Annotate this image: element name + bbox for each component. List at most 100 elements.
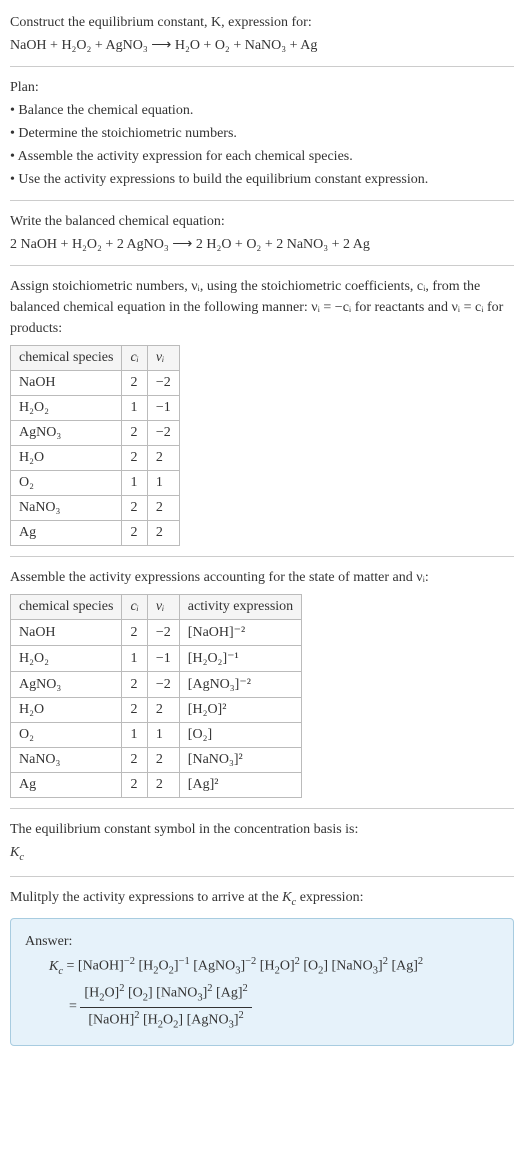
header-ci: cᵢ	[130, 599, 138, 614]
cell: −2	[147, 421, 179, 446]
kc-symbol-line2: Kc	[10, 842, 514, 866]
fraction-numerator: [H2O]2 [O2] [NaNO3]2 [Ag]2	[80, 981, 251, 1007]
fraction-denominator: [NaOH]2 [H2O2] [AgNO3]2	[80, 1008, 251, 1033]
cell: 1	[122, 723, 147, 748]
table-header: νᵢ	[147, 595, 179, 620]
divider	[10, 876, 514, 877]
cell: 2	[147, 496, 179, 521]
table-row: NaNO₃22	[11, 496, 180, 521]
cell: 2	[147, 521, 179, 546]
cell: −1	[147, 646, 179, 672]
cell: H₂O	[11, 698, 122, 723]
cell: 1	[147, 471, 179, 496]
header-ci: cᵢ	[130, 350, 138, 365]
table-row: H₂O₂1−1	[11, 396, 180, 421]
answer-label: Answer:	[25, 931, 499, 952]
cell: 2	[122, 620, 147, 646]
table-header: chemical species	[11, 595, 122, 620]
cell: H₂O	[11, 446, 122, 471]
plan-item: • Assemble the activity expression for e…	[10, 146, 514, 167]
answer-eq-prefix: =	[69, 999, 80, 1014]
cell: NaOH	[11, 620, 122, 646]
header-vi: νᵢ	[156, 599, 164, 614]
header-vi: νᵢ	[156, 350, 164, 365]
table-header: cᵢ	[122, 595, 147, 620]
answer-box: Answer: Kc = [NaOH]−2 [H2O2]−1 [AgNO3]−2…	[10, 918, 514, 1046]
kc-symbol-line1: The equilibrium constant symbol in the c…	[10, 819, 514, 840]
cell: 1	[122, 646, 147, 672]
cell: AgNO₃	[11, 672, 122, 698]
activity-intro: Assemble the activity expressions accoun…	[10, 567, 514, 588]
table-row: H₂O22	[11, 446, 180, 471]
cell: NaOH	[11, 371, 122, 396]
table-header-row: chemical species cᵢ νᵢ activity expressi…	[11, 595, 302, 620]
activity-section: Assemble the activity expressions accoun…	[10, 567, 514, 798]
cell: [O₂]	[179, 723, 301, 748]
table-row: AgNO₃2−2[AgNO₃]⁻²	[11, 672, 302, 698]
multiply-section: Mulitply the activity expressions to arr…	[10, 887, 514, 911]
divider	[10, 556, 514, 557]
table-row: O₂11	[11, 471, 180, 496]
cell: 2	[122, 446, 147, 471]
cell: 2	[147, 773, 179, 798]
table-row: NaOH2−2	[11, 371, 180, 396]
cell: 2	[122, 521, 147, 546]
table-row: Ag22	[11, 521, 180, 546]
stoich-section: Assign stoichiometric numbers, νᵢ, using…	[10, 276, 514, 546]
cell: 2	[122, 748, 147, 773]
answer-expression-line2: = [H2O]2 [O2] [NaNO3]2 [Ag]2 [NaOH]2 [H2…	[69, 981, 499, 1032]
table-row: NaNO₃22[NaNO₃]²	[11, 748, 302, 773]
cell: Ag	[11, 773, 122, 798]
cell: [H₂O₂]⁻¹	[179, 646, 301, 672]
cell: Ag	[11, 521, 122, 546]
answer-fraction: [H2O]2 [O2] [NaNO3]2 [Ag]2 [NaOH]2 [H2O2…	[80, 981, 251, 1032]
divider	[10, 808, 514, 809]
plan-item: • Use the activity expressions to build …	[10, 169, 514, 190]
cell: −2	[147, 672, 179, 698]
balanced-section: Write the balanced chemical equation: 2 …	[10, 211, 514, 255]
activity-table: chemical species cᵢ νᵢ activity expressi…	[10, 594, 302, 798]
table-header-row: chemical species cᵢ νᵢ	[11, 346, 180, 371]
table-row: AgNO₃2−2	[11, 421, 180, 446]
cell: 2	[147, 446, 179, 471]
table-header: cᵢ	[122, 346, 147, 371]
table-header: νᵢ	[147, 346, 179, 371]
cell: NaNO₃	[11, 496, 122, 521]
cell: 2	[122, 698, 147, 723]
cell: [NaOH]⁻²	[179, 620, 301, 646]
cell: 2	[122, 672, 147, 698]
table-row: H₂O₂1−1[H₂O₂]⁻¹	[11, 646, 302, 672]
cell: 2	[122, 371, 147, 396]
divider	[10, 265, 514, 266]
stoich-intro: Assign stoichiometric numbers, νᵢ, using…	[10, 276, 514, 339]
cell: NaNO₃	[11, 748, 122, 773]
prompt-title: Construct the equilibrium constant, K, e…	[10, 12, 514, 33]
table-row: NaOH2−2[NaOH]⁻²	[11, 620, 302, 646]
plan-item: • Determine the stoichiometric numbers.	[10, 123, 514, 144]
plan-item: • Balance the chemical equation.	[10, 100, 514, 121]
plan-section: Plan: • Balance the chemical equation. •…	[10, 77, 514, 190]
table-header: chemical species	[11, 346, 122, 371]
cell: −1	[147, 396, 179, 421]
cell: 2	[147, 748, 179, 773]
balanced-heading: Write the balanced chemical equation:	[10, 211, 514, 232]
cell: H₂O₂	[11, 646, 122, 672]
cell: 2	[122, 421, 147, 446]
balanced-equation: 2 NaOH + H₂O₂ + 2 AgNO₃ ⟶ 2 H₂O + O₂ + 2…	[10, 234, 514, 255]
prompt-equation: NaOH + H₂O₂ + AgNO₃ ⟶ H₂O + O₂ + NaNO₃ +…	[10, 35, 514, 56]
cell: −2	[147, 620, 179, 646]
cell: 2	[122, 496, 147, 521]
table-row: H₂O22[H₂O]²	[11, 698, 302, 723]
cell: [H₂O]²	[179, 698, 301, 723]
cell: [Ag]²	[179, 773, 301, 798]
cell: 2	[122, 773, 147, 798]
table-row: Ag22[Ag]²	[11, 773, 302, 798]
cell: 1	[147, 723, 179, 748]
cell: 1	[122, 396, 147, 421]
cell: AgNO₃	[11, 421, 122, 446]
prompt-title-text: Construct the equilibrium constant, K, e…	[10, 15, 312, 30]
cell: O₂	[11, 471, 122, 496]
divider	[10, 66, 514, 67]
multiply-heading: Mulitply the activity expressions to arr…	[10, 887, 514, 911]
cell: 2	[147, 698, 179, 723]
